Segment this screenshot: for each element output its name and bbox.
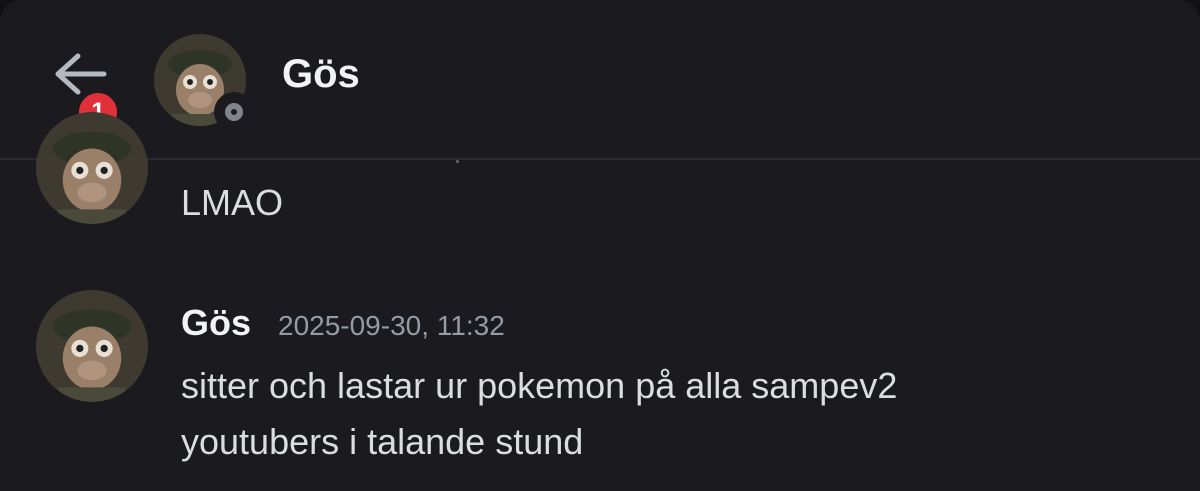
message-timestamp: 2025-09-30, 11:32 [278, 310, 505, 341]
message-line: sitter och lastar ur pokemon på alla sam… [181, 365, 898, 406]
message-list: LMAO Gös 2025-09-30, 11:32 sitter och la… [0, 112, 1200, 491]
message-text[interactable]: sitter och lastar ur pokemon på alla sam… [181, 358, 1141, 470]
offline-status-icon [214, 92, 254, 132]
avatar[interactable] [154, 34, 254, 132]
message-avatar[interactable] [36, 112, 148, 224]
avatar-image [36, 112, 148, 224]
message-line: youtubers i talande stund [181, 421, 584, 462]
chat-window: 1 Gös [0, 0, 1200, 491]
message-text[interactable]: LMAO [181, 182, 283, 224]
avatar-image [36, 290, 148, 402]
message-author[interactable]: Gös [181, 302, 251, 344]
channel-title[interactable]: Gös [282, 52, 360, 97]
chat-header: 1 Gös [0, 0, 1200, 160]
message-avatar[interactable] [36, 290, 148, 402]
